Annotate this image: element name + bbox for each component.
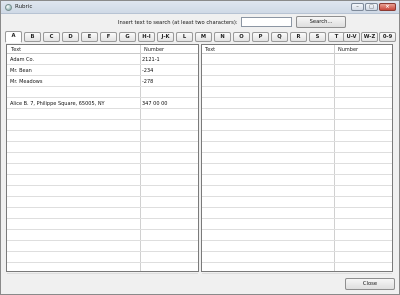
letter-tabs: A B C D E F G H-I J-K L M N O P Q R S T … — [5, 31, 397, 43]
tab-e[interactable]: E — [81, 32, 98, 42]
tab-u-v[interactable]: U-V — [343, 32, 360, 42]
table-row[interactable] — [202, 209, 392, 219]
table-row[interactable] — [202, 187, 392, 197]
close-button[interactable]: Close — [345, 278, 395, 290]
table-row[interactable] — [7, 198, 198, 208]
table-row[interactable]: Alice B. 7, Philippe Square, 65005, NY 34… — [7, 99, 198, 109]
search-input[interactable] — [241, 17, 292, 27]
rubric-window: Rubric – □ × Insert text to search (at l… — [0, 0, 400, 295]
table-row[interactable] — [7, 209, 198, 219]
tab-g[interactable]: G — [119, 32, 136, 42]
table-row[interactable]: Mr. Bean -234 — [7, 66, 198, 76]
left-results-table[interactable]: Text Number Adam Co. 2121-1 Mr. Bean -234 Mr… — [6, 44, 199, 274]
cell-text: Alice B. 7, Philippe Square, 65005, NY — [10, 101, 105, 107]
table-row[interactable]: Adam Co. 2121-1 — [7, 55, 198, 65]
tab-h-i[interactable]: H-I — [138, 32, 155, 42]
table-row[interactable] — [7, 187, 198, 197]
table-row[interactable] — [202, 198, 392, 208]
search-label: Insert text to search (at least two char… — [118, 20, 238, 26]
table-row[interactable] — [7, 132, 198, 142]
table-row[interactable] — [7, 143, 198, 153]
table-row[interactable] — [7, 110, 198, 120]
table-row[interactable] — [7, 165, 198, 175]
tab-f[interactable]: F — [100, 32, 117, 42]
table-row[interactable] — [7, 154, 198, 164]
table-row[interactable] — [202, 77, 392, 87]
column-header-number[interactable]: Number — [338, 47, 358, 53]
table-row[interactable] — [7, 121, 198, 131]
table-row[interactable] — [7, 231, 198, 241]
cell-text: Mr. Bean — [10, 68, 32, 74]
cell-number: 347 00 00 — [142, 101, 168, 107]
table-row[interactable] — [202, 143, 392, 153]
table-row[interactable] — [202, 121, 392, 131]
cell-number: -234 — [142, 68, 154, 74]
window-title: Rubric — [15, 4, 33, 10]
title-bar[interactable]: Rubric – □ × — [1, 1, 399, 14]
column-header-text[interactable]: Text — [205, 47, 215, 53]
tab-o[interactable]: O — [233, 32, 250, 42]
tab-p[interactable]: P — [252, 32, 269, 42]
table-row[interactable] — [202, 253, 392, 263]
tab-0-9[interactable]: 0-9 — [379, 32, 396, 42]
tab-q[interactable]: Q — [271, 32, 288, 42]
table-row[interactable] — [202, 154, 392, 164]
table-row[interactable] — [202, 231, 392, 241]
table-header: Text Number — [7, 45, 198, 54]
tab-d[interactable]: D — [62, 32, 79, 42]
table-header: Text Number — [202, 45, 392, 54]
tab-a[interactable]: A — [5, 31, 22, 43]
tab-j-k[interactable]: J-K — [157, 32, 174, 42]
table-row[interactable] — [7, 264, 198, 274]
close-window-button[interactable]: × — [379, 3, 396, 11]
table-row[interactable] — [202, 88, 392, 98]
table-row[interactable] — [202, 264, 392, 274]
right-results-table[interactable]: Text Number — [201, 44, 393, 274]
table-row[interactable] — [202, 110, 392, 120]
table-row[interactable] — [202, 55, 392, 65]
tab-n[interactable]: N — [214, 32, 231, 42]
cell-text: Mr. Meadows — [10, 79, 43, 85]
table-row[interactable] — [202, 132, 392, 142]
table-row[interactable] — [202, 176, 392, 186]
maximize-button[interactable]: □ — [365, 3, 378, 11]
tab-m[interactable]: M — [195, 32, 212, 42]
column-header-number[interactable]: Number — [144, 47, 164, 53]
table-row[interactable] — [202, 220, 392, 230]
minimize-button[interactable]: – — [351, 3, 364, 11]
table-row[interactable] — [7, 253, 198, 263]
table-row[interactable] — [7, 88, 198, 98]
tab-c[interactable]: C — [43, 32, 60, 42]
cell-number: 2121-1 — [142, 57, 160, 63]
search-button[interactable]: Search... — [296, 16, 346, 28]
cell-number: -278 — [142, 79, 154, 85]
tab-s[interactable]: S — [309, 32, 326, 42]
column-header-text[interactable]: Text — [11, 47, 21, 53]
cell-text: Adam Co. — [10, 57, 35, 63]
tab-w-z[interactable]: W-Z — [361, 32, 378, 42]
tab-r[interactable]: R — [290, 32, 307, 42]
tab-l[interactable]: L — [176, 32, 193, 42]
table-row[interactable] — [202, 242, 392, 252]
table-row[interactable] — [202, 99, 392, 109]
table-row[interactable] — [202, 66, 392, 76]
table-row[interactable] — [7, 242, 198, 252]
table-row[interactable] — [202, 165, 392, 175]
app-icon — [5, 4, 12, 11]
tab-b[interactable]: B — [24, 32, 41, 42]
table-row[interactable]: Mr. Meadows -278 — [7, 77, 198, 87]
table-row[interactable] — [7, 220, 198, 230]
table-row[interactable] — [7, 176, 198, 186]
